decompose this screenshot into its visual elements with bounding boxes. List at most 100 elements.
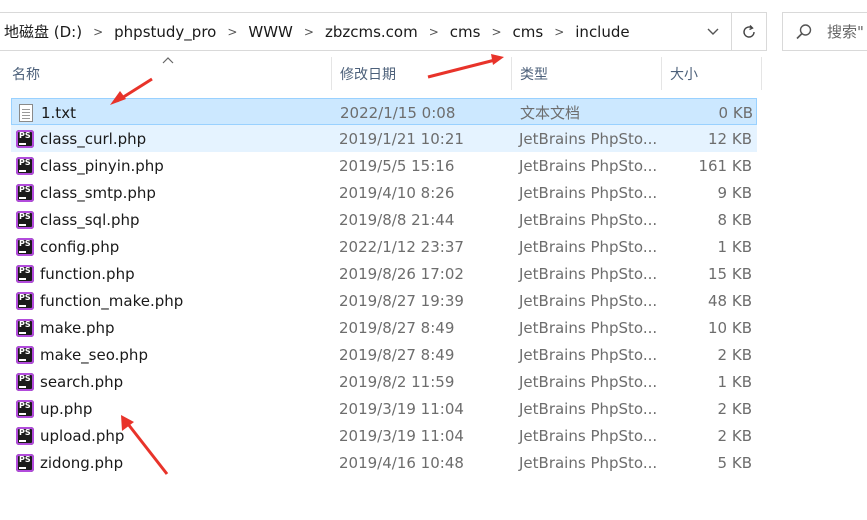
file-name-cell: PS function_make.php [16,287,183,314]
file-row[interactable]: PS function.php 2019/8/26 17:02 JetBrains P… [11,260,757,287]
phpstorm-file-icon: PS [16,453,34,472]
file-name-cell: PS class_sql.php [16,206,140,233]
phpstorm-file-icon: PS [16,237,34,256]
file-type: JetBrains PhpSto... [519,399,658,418]
file-type: JetBrains PhpSto... [519,129,658,148]
file-row[interactable]: PS search.php 2019/8/2 11:59 JetBrains PhpS… [11,368,757,395]
file-row[interactable]: PS config.php 2022/1/12 23:37 JetBrains Php… [11,233,757,260]
file-name-cell: PS config.php [16,233,119,260]
file-name: config.php [40,237,120,256]
search-box[interactable]: 搜索" [782,12,867,51]
file-size: 0 KB [718,103,753,122]
file-row[interactable]: PS class_sql.php 2019/8/8 21:44 JetBrains P… [11,206,757,233]
column-size[interactable]: 大小 [662,57,762,90]
file-name: function.php [40,264,135,283]
file-name-cell: PS class_pinyin.php [16,152,164,179]
file-name: make.php [40,318,115,337]
file-date: 2019/1/21 10:21 [339,129,464,148]
breadcrumb-drive[interactable]: 地磁盘 (D:) [0,21,86,42]
file-date: 2019/8/27 19:39 [339,291,464,310]
file-date: 2019/4/16 10:48 [339,453,464,472]
file-name-cell: PS search.php [16,368,123,395]
file-date: 2019/8/26 17:02 [339,264,464,283]
file-type: JetBrains PhpSto... [519,237,658,256]
breadcrumb-site[interactable]: zbzcms.com [321,23,422,41]
file-name: class_pinyin.php [40,156,164,175]
address-history-chevron-down-icon[interactable] [695,13,731,50]
breadcrumb-chevron-icon[interactable]: > [297,25,321,39]
phpstorm-file-icon: PS [16,426,34,445]
file-type: JetBrains PhpSto... [519,426,658,445]
file-name-cell: PS class_smtp.php [16,179,156,206]
file-date: 2019/5/5 15:16 [339,156,455,175]
refresh-icon [743,24,755,38]
file-name-cell: PS make.php [16,314,115,341]
file-row[interactable]: PS class_pinyin.php 2019/5/5 15:16 JetBrain… [11,152,757,179]
file-type: JetBrains PhpSto... [519,372,658,391]
file-name: make_seo.php [40,345,148,364]
file-date: 2019/3/19 11:04 [339,426,464,445]
text-file-icon [17,103,35,122]
breadcrumb-chevron-icon[interactable]: > [220,25,244,39]
phpstorm-file-icon: PS [16,372,34,391]
breadcrumb-include[interactable]: include [571,23,633,41]
column-name[interactable]: 名称 [4,57,332,90]
phpstorm-file-icon: PS [16,183,34,202]
file-size: 15 KB [708,264,752,283]
search-placeholder: 搜索" [827,23,864,41]
file-type: 文本文档 [520,104,581,122]
file-name: search.php [40,372,124,391]
search-icon [796,23,812,39]
refresh-button[interactable] [731,12,767,51]
phpstorm-file-icon: PS [16,345,34,364]
file-type: JetBrains PhpSto... [519,183,658,202]
phpstorm-file-icon: PS [16,264,34,283]
file-name: up.php [40,399,93,418]
file-size: 1 KB [717,237,752,256]
breadcrumb-chevron-icon[interactable]: > [86,25,110,39]
breadcrumb-chevron-icon[interactable]: > [547,25,571,39]
file-size: 2 KB [717,399,752,418]
breadcrumb-phpstudy[interactable]: phpstudy_pro [110,23,220,41]
breadcrumb-cms-1[interactable]: cms [446,23,485,41]
file-type: JetBrains PhpSto... [519,453,658,472]
file-name-cell: PS up.php [16,395,92,422]
column-type[interactable]: 类型 [512,57,662,90]
file-size: 12 KB [708,129,752,148]
breadcrumb-www[interactable]: WWW [244,23,297,41]
file-row[interactable]: PS function_make.php 2019/8/27 19:39 JetBra… [11,287,757,314]
file-size: 161 KB [698,156,752,175]
file-size: 1 KB [717,372,752,391]
phpstorm-file-icon: PS [16,156,34,175]
file-date: 2019/3/19 11:04 [339,399,464,418]
column-date[interactable]: 修改日期 [332,57,512,90]
file-row[interactable]: PS make_seo.php 2019/8/27 8:49 JetBrains Ph… [11,341,757,368]
file-row[interactable]: PS zidong.php 2019/4/16 10:48 JetBrains Php… [11,449,757,476]
file-type: JetBrains PhpSto... [519,210,658,229]
file-name-cell: PS function.php [16,260,135,287]
phpstorm-file-icon: PS [16,318,34,337]
column-header: 名称 修改日期 类型 大小 [0,57,867,90]
file-type: JetBrains PhpSto... [519,156,658,175]
file-row[interactable]: PS up.php 2019/3/19 11:04 JetBrains PhpSto.… [11,395,757,422]
file-date: 2019/4/10 8:26 [339,183,455,202]
file-name: 1.txt [41,103,76,122]
file-date: 2019/8/27 8:49 [339,318,455,337]
breadcrumb-chevron-icon[interactable]: > [422,25,446,39]
file-row[interactable]: PS class_curl.php 2019/1/21 10:21 JetBrains… [11,125,757,152]
file-name: class_curl.php [40,129,147,148]
file-name-cell: PS upload.php [16,422,124,449]
file-row[interactable]: PS upload.php 2019/3/19 11:04 JetBrains Php… [11,422,757,449]
file-type: JetBrains PhpSto... [519,264,658,283]
breadcrumb-chevron-icon[interactable]: > [484,25,508,39]
breadcrumb-cms-2[interactable]: cms [509,23,548,41]
file-name-cell: PS zidong.php [16,449,123,476]
address-bar[interactable]: 地磁盘 (D:) > phpstudy_pro > WWW > zbzcms.c… [0,12,766,51]
file-row[interactable]: PS class_smtp.php 2019/4/10 8:26 JetBrains … [11,179,757,206]
phpstorm-file-icon: PS [16,129,34,148]
phpstorm-file-icon: PS [16,291,34,310]
file-size: 5 KB [717,453,752,472]
file-row[interactable]: 1.txt 2022/1/15 0:08 文本文档 0 KB [11,98,757,125]
file-size: 9 KB [717,183,752,202]
file-row[interactable]: PS make.php 2019/8/27 8:49 JetBrains PhpSto… [11,314,757,341]
